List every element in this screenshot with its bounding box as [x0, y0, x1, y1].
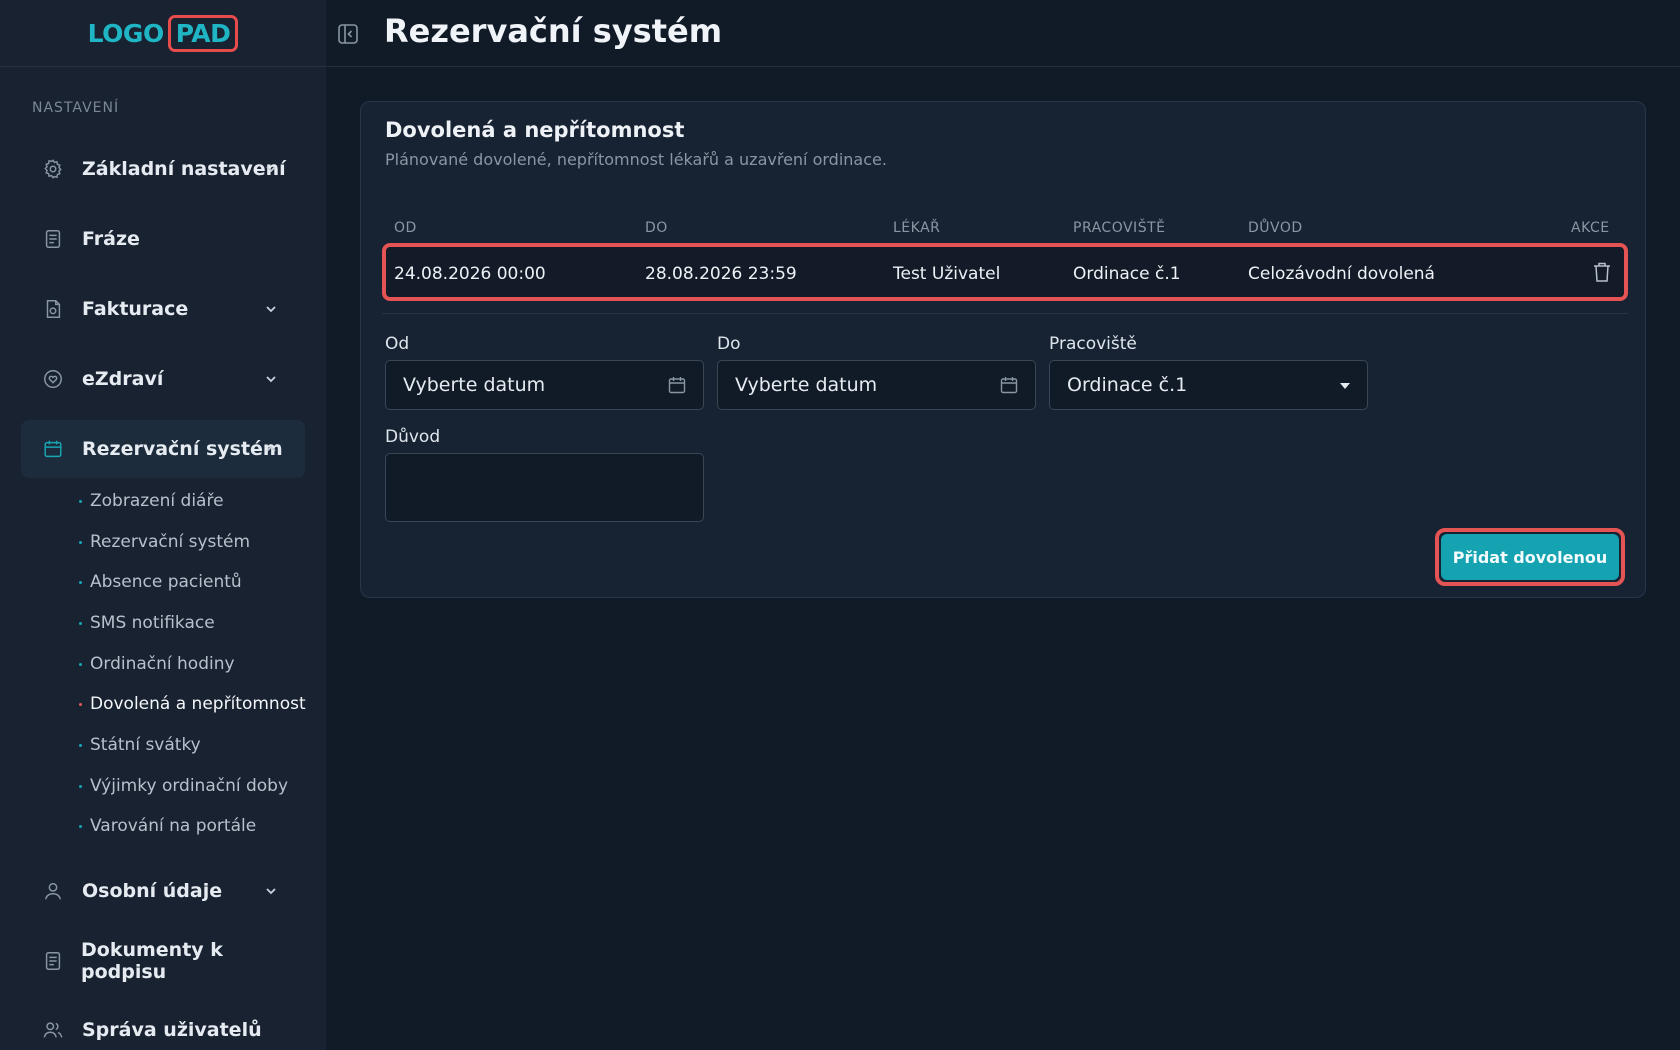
sidebar-collapse-icon[interactable]	[336, 22, 360, 46]
page-title: Rezervační systém	[384, 12, 723, 50]
sidebar-item-label: eZdraví	[82, 368, 164, 390]
table-header-do: DO	[645, 220, 668, 236]
sidebar-item-label: Rezervační systém	[82, 438, 283, 460]
sidebar: LOGO PAD NASTAVENÍ Základní nastavení Fr…	[0, 0, 326, 1050]
sidebar-subitem-absence-pacientu[interactable]: Absence pacientů	[79, 572, 242, 592]
user-icon	[41, 879, 65, 903]
card-subtitle: Plánované dovolené, nepřítomnost lékařů …	[385, 150, 887, 169]
sidebar-item-label: Správa uživatelů	[82, 1019, 262, 1041]
duvod-input[interactable]	[385, 453, 704, 522]
document-icon	[41, 949, 64, 973]
sidebar-subitem-label: Ordinační hodiny	[90, 654, 235, 674]
sidebar-subitem-label: Dovolená a nepřítomnost	[90, 694, 306, 714]
cell-pracoviste: Ordinace č.1	[1073, 264, 1181, 284]
invoice-icon	[41, 297, 65, 321]
sidebar-subitem-label: SMS notifikace	[90, 613, 215, 633]
document-icon	[41, 227, 65, 251]
sidebar-subitem-ordinacni-hodiny[interactable]: Ordinační hodiny	[79, 654, 235, 674]
sidebar-subitem-label: Varování na portále	[90, 816, 257, 836]
health-icon	[41, 367, 65, 391]
do-label: Do	[717, 334, 741, 354]
calendar-icon[interactable]	[999, 375, 1019, 395]
chevron-down-icon[interactable]	[264, 162, 278, 176]
bullet-dot	[79, 743, 82, 747]
bullet-dot	[79, 702, 82, 706]
table-header-pracoviste: PRACOVIŠTĚ	[1073, 220, 1166, 236]
sidebar-item-label: Dokumenty k podpisu	[81, 939, 223, 983]
logo-bar: LOGO PAD	[0, 0, 326, 67]
users-icon	[41, 1018, 65, 1042]
add-vacation-button[interactable]: Přidat dovolenou	[1441, 534, 1619, 580]
do-date-input[interactable]: Vyberte datum	[717, 360, 1036, 410]
bullet-dot	[79, 824, 82, 828]
sidebar-subitem-rezervacni-system[interactable]: Rezervační systém	[79, 532, 250, 552]
bullet-dot	[79, 540, 82, 544]
gear-icon	[41, 157, 65, 181]
bullet-dot	[79, 499, 82, 503]
vacation-card: Dovolená a nepřítomnost Plánované dovole…	[360, 101, 1646, 598]
duvod-label: Důvod	[385, 427, 441, 447]
topbar: Rezervační systém	[326, 0, 1680, 67]
pracoviste-selected-value: Ordinace č.1	[1067, 374, 1188, 396]
sidebar-subitem-label: Zobrazení diáře	[90, 491, 224, 511]
pracoviste-select[interactable]: Ordinace č.1	[1049, 360, 1368, 410]
sidebar-subitem-label: Státní svátky	[90, 735, 201, 755]
logo-text: LOGO	[87, 18, 165, 48]
sidebar-item-label: Fráze	[82, 228, 140, 250]
sidebar-item-fakturace[interactable]: Fakturace	[21, 280, 305, 338]
table-divider	[382, 313, 1628, 314]
od-label: Od	[385, 334, 410, 354]
bullet-dot	[79, 580, 82, 584]
bullet-dot	[79, 621, 82, 625]
bullet-dot	[79, 662, 82, 666]
table-header-od: OD	[394, 220, 417, 236]
card-title: Dovolená a nepřítomnost	[385, 118, 685, 142]
sidebar-item-label: Základní nastavení	[82, 158, 286, 180]
sidebar-item-fraze[interactable]: Fráze	[21, 210, 305, 268]
table-header-duvod: DŮVOD	[1248, 220, 1303, 236]
caret-down-icon	[1340, 383, 1350, 389]
chevron-down-icon[interactable]	[264, 302, 278, 316]
chevron-up-icon[interactable]	[264, 442, 278, 456]
sidebar-subitem-dovolena[interactable]: Dovolená a nepřítomnost	[79, 694, 306, 714]
chevron-down-icon[interactable]	[264, 372, 278, 386]
cell-do: 28.08.2026 23:59	[645, 264, 797, 284]
sidebar-item-rezervacni-system[interactable]: Rezervační systém	[21, 420, 305, 478]
table-header-akce: AKCE	[1571, 220, 1610, 236]
sidebar-item-dokumenty[interactable]: Dokumenty k podpisu	[21, 932, 305, 990]
table-row: 24.08.2026 00:00 28.08.2026 23:59 Test U…	[382, 243, 1628, 301]
sidebar-subitem-statni-svatky[interactable]: Státní svátky	[79, 735, 201, 755]
sidebar-item-osobni-udaje[interactable]: Osobní údaje	[21, 862, 305, 920]
calendar-icon[interactable]	[667, 375, 687, 395]
sidebar-item-label: Osobní údaje	[82, 880, 223, 902]
logo-badge: PAD	[167, 14, 239, 52]
sidebar-subitem-label: Rezervační systém	[90, 532, 251, 552]
logo[interactable]: LOGO PAD	[87, 14, 239, 52]
table-header-lekar: LÉKAŘ	[893, 220, 941, 236]
sidebar-section-title: NASTAVENÍ	[32, 100, 120, 116]
sidebar-subitem-zobrazeni-diare[interactable]: Zobrazení diáře	[79, 491, 224, 511]
add-vacation-button-highlight: Přidat dovolenou	[1435, 528, 1625, 586]
sidebar-subitem-label: Absence pacientů	[90, 572, 242, 592]
delete-icon[interactable]	[1592, 261, 1612, 283]
pracoviste-label: Pracoviště	[1049, 334, 1137, 354]
calendar-icon	[41, 437, 65, 461]
sidebar-item-sprava-uzivatelu[interactable]: Správa uživatelů	[21, 1001, 305, 1050]
cell-od: 24.08.2026 00:00	[394, 264, 546, 284]
od-date-placeholder: Vyberte datum	[403, 374, 546, 396]
cell-lekar: Test Uživatel	[893, 264, 1001, 284]
od-date-input[interactable]: Vyberte datum	[385, 360, 704, 410]
sidebar-subitem-varovani[interactable]: Varování na portále	[79, 816, 256, 836]
chevron-down-icon[interactable]	[264, 884, 278, 898]
sidebar-subitem-sms-notifikace[interactable]: SMS notifikace	[79, 613, 215, 633]
sidebar-item-ezdravi[interactable]: eZdraví	[21, 350, 305, 408]
sidebar-subitem-vyjimky[interactable]: Výjimky ordinační doby	[79, 776, 288, 796]
sidebar-subitem-label: Výjimky ordinační doby	[90, 776, 289, 796]
do-date-placeholder: Vyberte datum	[735, 374, 878, 396]
sidebar-item-label: Fakturace	[82, 298, 189, 320]
sidebar-item-zakladni-nastaveni[interactable]: Základní nastavení	[21, 140, 305, 198]
bullet-dot	[79, 784, 82, 788]
cell-duvod: Celozávodní dovolená	[1248, 264, 1435, 284]
